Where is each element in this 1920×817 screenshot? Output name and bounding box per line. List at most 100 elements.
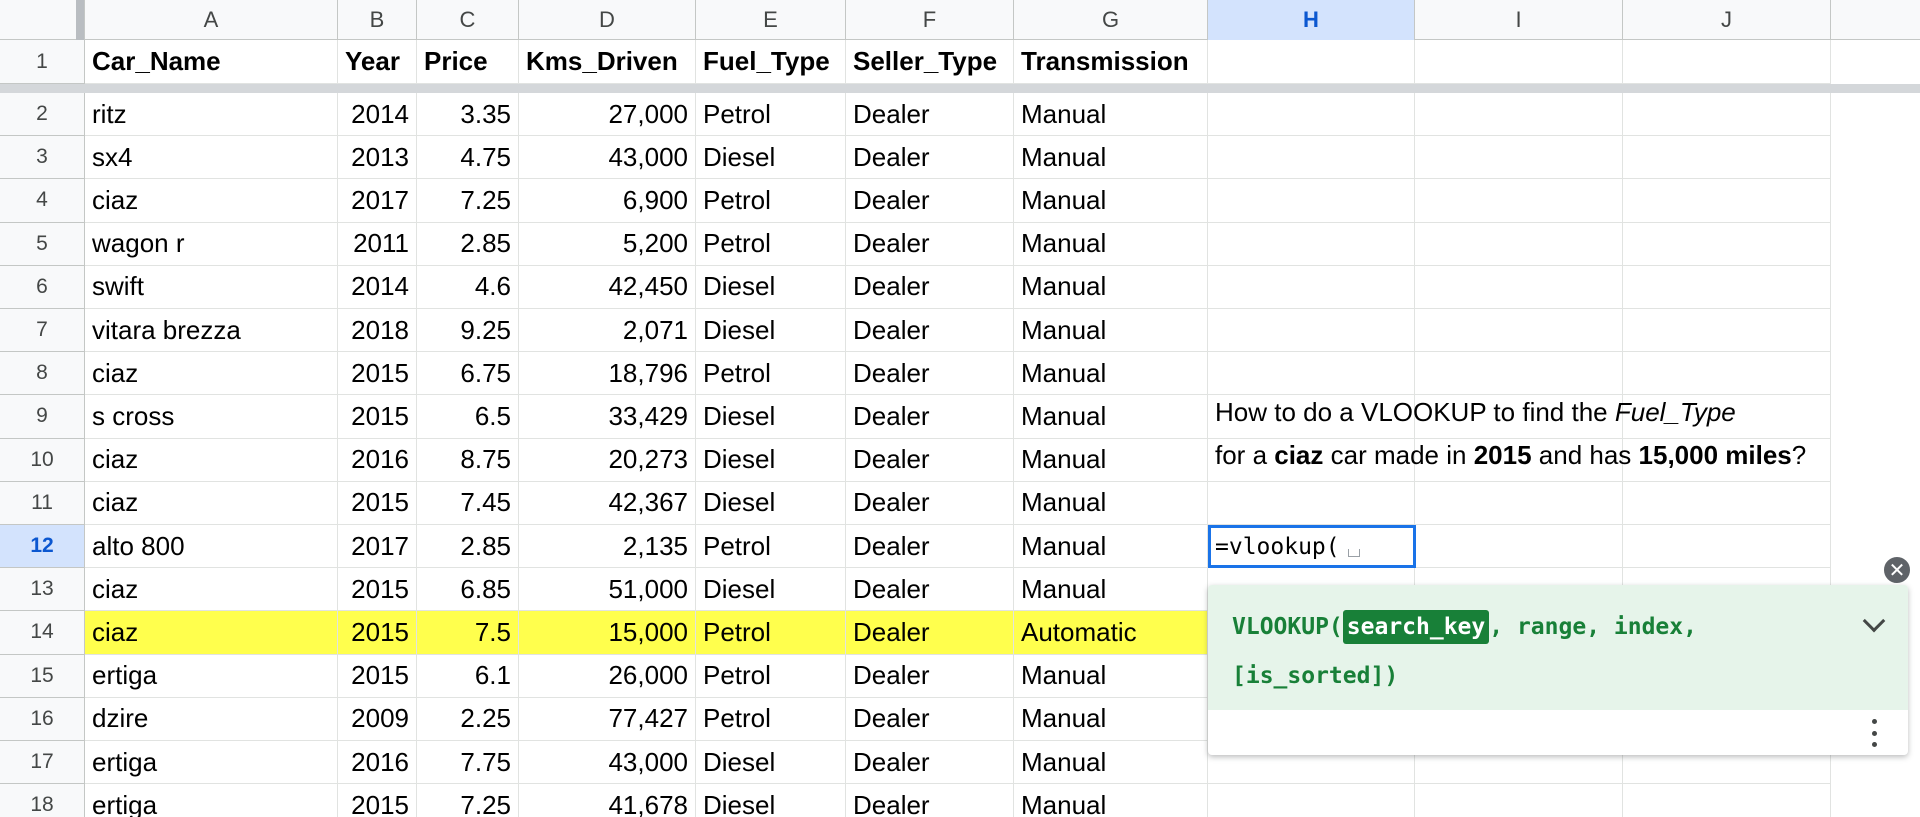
cell[interactable] xyxy=(1623,352,1831,396)
cell[interactable] xyxy=(1208,265,1415,309)
header-cell[interactable]: Fuel_Type xyxy=(696,40,846,84)
cell[interactable]: alto 800 xyxy=(85,525,338,569)
cell[interactable]: Manual xyxy=(1014,568,1208,612)
cell[interactable]: Dealer xyxy=(846,265,1014,309)
cell[interactable]: 2015 xyxy=(338,481,417,525)
cell[interactable] xyxy=(1623,136,1831,180)
cell[interactable]: ciaz xyxy=(85,568,338,612)
row-header-13[interactable]: 13 xyxy=(0,568,85,612)
cell[interactable]: Manual xyxy=(1014,222,1208,266)
cell[interactable]: 4.75 xyxy=(417,136,519,180)
cell[interactable]: sx4 xyxy=(85,136,338,180)
cell[interactable]: 8.75 xyxy=(417,438,519,482)
cell[interactable] xyxy=(1415,222,1623,266)
cell[interactable]: 2.25 xyxy=(417,697,519,741)
row-header-1[interactable]: 1 xyxy=(0,40,85,84)
row-header-17[interactable]: 17 xyxy=(0,741,85,785)
cell[interactable]: Dealer xyxy=(846,309,1014,353)
cell[interactable]: 7.45 xyxy=(417,481,519,525)
cell[interactable]: dzire xyxy=(85,697,338,741)
row-header-18[interactable]: 18 xyxy=(0,784,85,817)
header-cell[interactable]: Seller_Type xyxy=(846,40,1014,84)
column-header-b[interactable]: B xyxy=(338,0,417,40)
row-header-4[interactable]: 4 xyxy=(0,179,85,223)
column-header-c[interactable]: C xyxy=(417,0,519,40)
cell[interactable] xyxy=(1208,179,1415,223)
column-header-g[interactable]: G xyxy=(1014,0,1208,40)
cell[interactable]: Petrol xyxy=(696,93,846,137)
cell[interactable]: Manual xyxy=(1014,697,1208,741)
cell[interactable]: 33,429 xyxy=(519,395,696,439)
cell[interactable]: 2015 xyxy=(338,784,417,817)
cell[interactable]: 42,367 xyxy=(519,481,696,525)
cell[interactable]: Diesel xyxy=(696,395,846,439)
cell[interactable]: Diesel xyxy=(696,568,846,612)
cell[interactable]: Dealer xyxy=(846,525,1014,569)
cell[interactable]: ciaz xyxy=(85,179,338,223)
column-header-i[interactable]: I xyxy=(1415,0,1623,40)
cell[interactable]: 15,000 xyxy=(519,611,696,655)
cell[interactable]: Manual xyxy=(1014,438,1208,482)
cell[interactable]: 6.75 xyxy=(417,352,519,396)
cell[interactable]: Automatic xyxy=(1014,611,1208,655)
cell[interactable]: ertiga xyxy=(85,784,338,817)
cell[interactable]: 2,071 xyxy=(519,309,696,353)
cell[interactable]: Manual xyxy=(1014,654,1208,698)
row-header-5[interactable]: 5 xyxy=(0,222,85,266)
cell[interactable] xyxy=(1208,136,1415,180)
cell[interactable]: 2016 xyxy=(338,438,417,482)
cell[interactable]: Diesel xyxy=(696,136,846,180)
cell[interactable]: 43,000 xyxy=(519,136,696,180)
cell[interactable] xyxy=(1208,93,1415,137)
cell[interactable]: Dealer xyxy=(846,179,1014,223)
cell[interactable]: 77,427 xyxy=(519,697,696,741)
cell[interactable]: Dealer xyxy=(846,93,1014,137)
cell[interactable]: 2.85 xyxy=(417,222,519,266)
cell[interactable]: Petrol xyxy=(696,697,846,741)
close-icon[interactable]: ✕ xyxy=(1882,555,1912,585)
cell[interactable]: 7.75 xyxy=(417,741,519,785)
cell[interactable] xyxy=(1208,481,1415,525)
cell[interactable]: Petrol xyxy=(696,222,846,266)
cell[interactable]: 9.25 xyxy=(417,309,519,353)
cell[interactable] xyxy=(1208,309,1415,353)
cell[interactable] xyxy=(1623,265,1831,309)
cell[interactable] xyxy=(1623,93,1831,137)
cell[interactable]: Manual xyxy=(1014,93,1208,137)
cell[interactable]: Petrol xyxy=(696,654,846,698)
row-header-10[interactable]: 10 xyxy=(0,438,85,482)
row-header-9[interactable]: 9 xyxy=(0,395,85,439)
cell[interactable]: 6.1 xyxy=(417,654,519,698)
cell[interactable]: 2016 xyxy=(338,741,417,785)
cell[interactable]: Diesel xyxy=(696,438,846,482)
cell[interactable]: Manual xyxy=(1014,395,1208,439)
header-cell[interactable]: Car_Name xyxy=(85,40,338,84)
cell[interactable]: Manual xyxy=(1014,179,1208,223)
cell[interactable] xyxy=(1623,222,1831,266)
header-cell[interactable]: Year xyxy=(338,40,417,84)
cell[interactable]: 2,135 xyxy=(519,525,696,569)
column-header-f[interactable]: F xyxy=(846,0,1014,40)
header-cell[interactable] xyxy=(1208,40,1415,84)
cell[interactable]: Diesel xyxy=(696,265,846,309)
active-cell-editor[interactable]: =vlookup( xyxy=(1208,525,1416,568)
cell[interactable]: Manual xyxy=(1014,265,1208,309)
cell[interactable] xyxy=(1415,481,1623,525)
cell[interactable]: Dealer xyxy=(846,611,1014,655)
row-header-6[interactable]: 6 xyxy=(0,265,85,309)
cell[interactable]: 3.35 xyxy=(417,93,519,137)
cell[interactable]: 2015 xyxy=(338,395,417,439)
cell[interactable]: Petrol xyxy=(696,611,846,655)
row-header-15[interactable]: 15 xyxy=(0,654,85,698)
frozen-row-divider[interactable] xyxy=(0,84,1920,93)
cell[interactable]: 2015 xyxy=(338,611,417,655)
cell[interactable]: 2017 xyxy=(338,525,417,569)
cell[interactable]: Manual xyxy=(1014,741,1208,785)
row-header-7[interactable]: 7 xyxy=(0,309,85,353)
cell[interactable]: 2011 xyxy=(338,222,417,266)
row-header-11[interactable]: 11 xyxy=(0,481,85,525)
cell[interactable]: 6.5 xyxy=(417,395,519,439)
cell[interactable]: ciaz xyxy=(85,481,338,525)
cell[interactable]: swift xyxy=(85,265,338,309)
cell[interactable]: 4.6 xyxy=(417,265,519,309)
